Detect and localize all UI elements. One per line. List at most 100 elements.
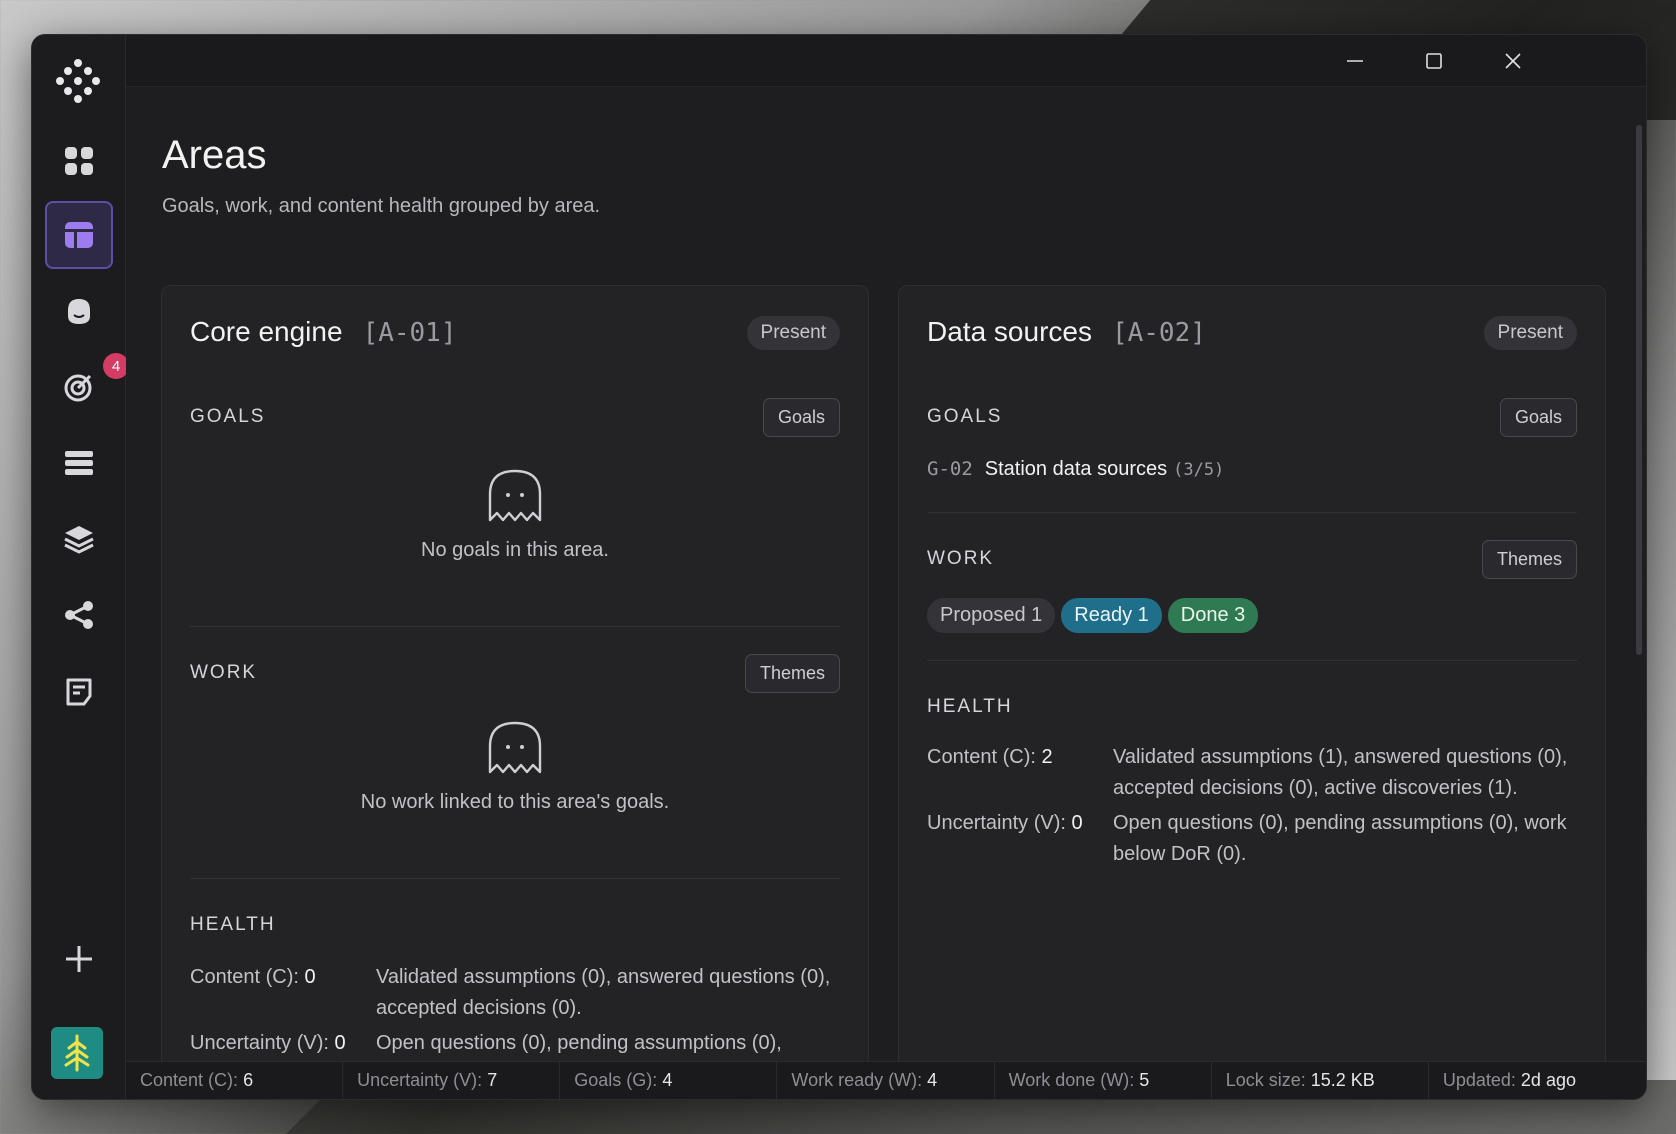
list-icon: [65, 451, 93, 475]
health-section-label: HEALTH: [190, 914, 276, 935]
work-empty-state: No work linked to this area's goals.: [162, 720, 868, 814]
add-button[interactable]: [45, 925, 113, 993]
maximize-button[interactable]: [1414, 45, 1454, 77]
status-value: 4: [662, 1070, 673, 1090]
goal-count: (3/5): [1173, 460, 1225, 480]
uncertainty-key: Uncertainty (V):: [927, 812, 1066, 834]
area-title: Core engine [A-01]: [190, 316, 456, 348]
empty-message: No work linked to this area's goals.: [360, 791, 670, 813]
app-window: 4 Areas Goals, work, and content health …: [31, 34, 1647, 1100]
area-card: Data sources [A-02] Present GOALS Goals G…: [898, 285, 1606, 1061]
ghost-icon: [488, 469, 542, 522]
plus-icon: [66, 946, 92, 972]
health-section-label: HEALTH: [927, 696, 1013, 717]
uncertainty-value: 0: [1071, 812, 1083, 834]
divider: [927, 512, 1577, 513]
sidebar-item-notes[interactable]: [45, 657, 113, 725]
goals-section-label: GOALS: [190, 406, 266, 427]
uncertainty-description: Open questions (0), pending assumptions …: [376, 1032, 782, 1054]
note-icon: [66, 678, 92, 706]
uncertainty-description: Open questions (0), pending assumptions …: [1113, 812, 1567, 865]
health-uncertainty-row: Uncertainty (V): 0 Open questions (0), p…: [190, 1028, 840, 1061]
layers-icon: [64, 526, 94, 554]
goals-section-label: GOALS: [927, 406, 1003, 427]
status-uncertainty: Uncertainty (V): 7: [343, 1062, 561, 1099]
chip-proposed[interactable]: Proposed 1: [927, 598, 1056, 633]
themes-button[interactable]: Themes: [744, 654, 840, 693]
main-content: Areas Goals, work, and content health gr…: [126, 87, 1646, 1061]
target-icon: [64, 374, 92, 402]
area-code: [A-02]: [1111, 318, 1206, 348]
status-value: 7: [487, 1070, 498, 1090]
divider: [190, 626, 840, 627]
status-pill: Present: [1483, 316, 1577, 350]
status-label: Work done (W):: [1008, 1070, 1135, 1090]
goals-button[interactable]: Goals: [1499, 398, 1577, 437]
status-value: 5: [1139, 1070, 1150, 1090]
area-card: Core engine [A-01] Present GOALS Goals No…: [161, 285, 869, 1061]
chip-done[interactable]: Done 3: [1167, 598, 1259, 633]
divider: [190, 878, 840, 879]
workspace-avatar[interactable]: [51, 1027, 103, 1079]
status-content: Content (C): 6: [126, 1062, 344, 1099]
sidebar-item-dashboard[interactable]: [45, 127, 113, 195]
chip-ready[interactable]: Ready 1: [1061, 598, 1162, 633]
minimize-icon: [1347, 60, 1363, 62]
uncertainty-value: 0: [334, 1032, 346, 1054]
content-key: Content (C):: [927, 746, 1036, 768]
sidebar-item-share[interactable]: [45, 581, 113, 649]
face-icon: [68, 299, 90, 324]
content-key: Content (C):: [190, 966, 299, 988]
title-bar: [126, 35, 1646, 87]
share-icon: [65, 601, 93, 629]
close-button[interactable]: [1493, 45, 1533, 77]
sidebar-item-layers[interactable]: [45, 505, 113, 573]
health-uncertainty-row: Uncertainty (V): 0 Open questions (0), p…: [927, 808, 1577, 872]
status-work-done: Work done (W): 5: [995, 1062, 1212, 1099]
app-logo-icon[interactable]: [52, 55, 104, 107]
status-value: 2d ago: [1520, 1070, 1576, 1090]
content-value: 2: [1041, 746, 1053, 768]
sidebar-item-list[interactable]: [45, 429, 113, 497]
status-goals: Goals (G): 4: [560, 1062, 778, 1099]
maximize-icon: [1426, 53, 1442, 69]
status-updated: Updated: 2d ago: [1429, 1062, 1646, 1099]
content-description: Validated assumptions (0), answered ques…: [376, 966, 831, 1019]
minimize-button[interactable]: [1335, 45, 1375, 77]
sidebar-item-home[interactable]: [45, 277, 113, 345]
status-label: Goals (G):: [574, 1070, 658, 1090]
area-name: Data sources: [927, 316, 1092, 347]
status-label: Content (C):: [140, 1070, 239, 1090]
layout-icon: [65, 222, 93, 248]
status-value: 6: [243, 1070, 254, 1090]
status-pill: Present: [746, 316, 840, 350]
page-title: Areas: [162, 133, 267, 177]
area-code: [A-01]: [362, 318, 457, 348]
empty-message: No goals in this area.: [421, 539, 609, 561]
work-status-chips: Proposed 1 Ready 1 Done 3: [927, 598, 1264, 633]
themes-button[interactable]: Themes: [1481, 540, 1577, 579]
status-label: Lock size:: [1225, 1070, 1306, 1090]
close-icon: [1505, 53, 1521, 69]
area-title: Data sources [A-02]: [927, 316, 1206, 348]
goal-item[interactable]: G-02 Station data sources (3/5): [927, 458, 1224, 481]
tree-icon: [64, 1034, 90, 1072]
sidebar-item-goals[interactable]: 4: [45, 353, 129, 421]
goals-button[interactable]: Goals: [762, 398, 840, 437]
status-bar: Content (C): 6 Uncertainty (V): 7 Goals …: [126, 1061, 1646, 1099]
status-value: 4: [927, 1070, 938, 1090]
content-description: Validated assumptions (1), answered ques…: [1113, 746, 1568, 799]
work-section-label: WORK: [927, 548, 995, 569]
sidebar-item-areas[interactable]: [45, 201, 113, 269]
uncertainty-key: Uncertainty (V):: [190, 1032, 329, 1054]
health-content-row: Content (C): 2 Validated assumptions (1)…: [927, 742, 1577, 806]
goal-name: Station data sources: [984, 458, 1168, 480]
status-work-ready: Work ready (W): 4: [777, 1062, 995, 1099]
ghost-icon: [488, 721, 542, 774]
goals-empty-state: No goals in this area.: [162, 468, 868, 562]
scrollbar[interactable]: [1636, 125, 1642, 655]
status-label: Updated:: [1442, 1070, 1516, 1090]
status-value: 15.2 KB: [1310, 1070, 1375, 1090]
goal-id: G-02: [927, 458, 973, 480]
sidebar: 4: [32, 35, 129, 1099]
